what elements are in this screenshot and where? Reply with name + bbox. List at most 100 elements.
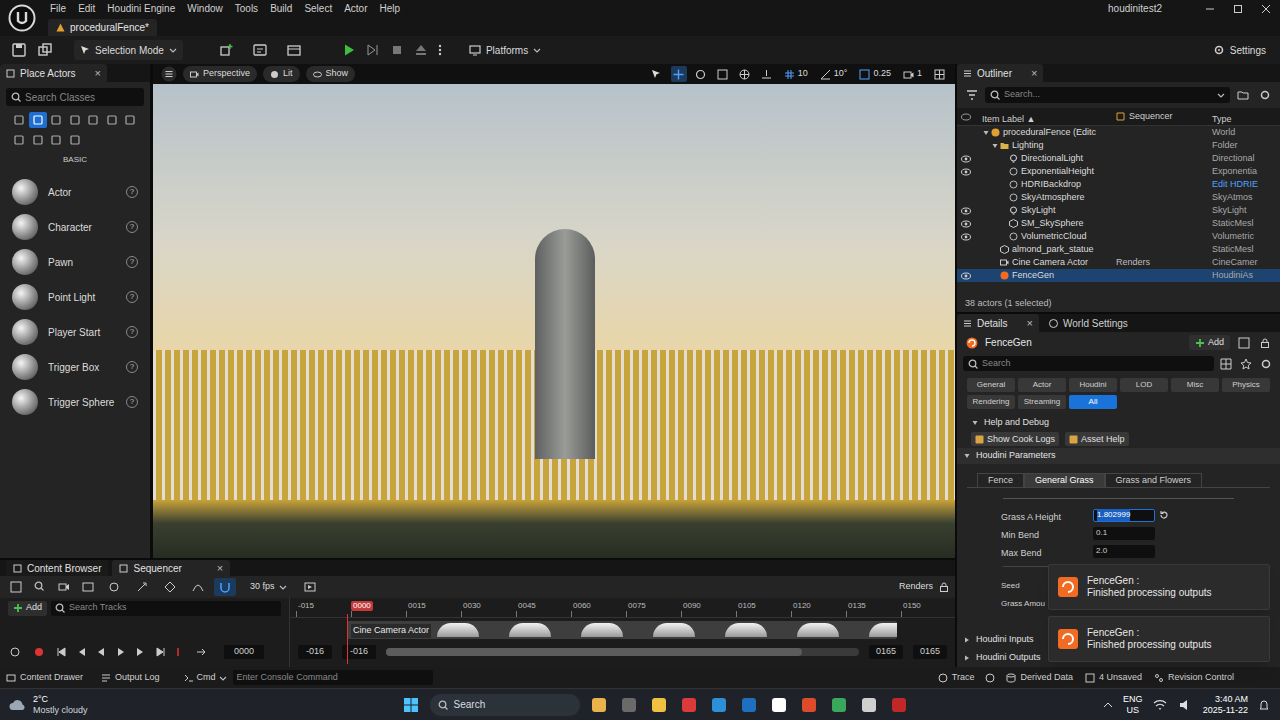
filter-button[interactable]: All — [1069, 395, 1117, 409]
snap-icon[interactable] — [214, 578, 236, 596]
move-tool-icon[interactable] — [671, 66, 687, 82]
menu-item[interactable]: Select — [298, 0, 338, 17]
filter-button[interactable]: Streaming — [1018, 395, 1066, 409]
scale-snap[interactable]: 0.25 — [856, 66, 894, 82]
filter-button[interactable]: Actor — [1018, 378, 1066, 392]
app-icon[interactable] — [738, 694, 760, 716]
out-point-icon[interactable] — [172, 644, 188, 660]
parameter-field[interactable]: 0.1 — [1093, 527, 1155, 540]
tools-icon[interactable] — [130, 578, 154, 596]
eye-icon[interactable] — [957, 230, 974, 243]
notifications-icon[interactable] — [1256, 695, 1272, 715]
step-icon[interactable] — [363, 40, 383, 60]
search-field[interactable] — [982, 357, 1209, 371]
actor-item[interactable]: Actor? — [0, 176, 150, 208]
expand-arrow-icon[interactable] — [991, 139, 999, 152]
end-icon[interactable] — [152, 644, 170, 660]
category-button[interactable] — [47, 112, 65, 128]
outliner-row[interactable]: VolumetricCloudVolumetric — [957, 230, 1280, 243]
weather-widget[interactable]: 2°CMostly cloudy — [8, 694, 208, 716]
visibility-toggle[interactable] — [957, 178, 974, 191]
category-button[interactable] — [121, 112, 139, 128]
reverse-icon[interactable] — [92, 644, 110, 660]
outliner-row[interactable]: almond_park_statueStaticMesl — [957, 243, 1280, 256]
save-icon[interactable] — [8, 40, 30, 60]
actor-item[interactable]: Trigger Box? — [0, 351, 150, 383]
menu-icon[interactable] — [161, 66, 177, 82]
filter-button[interactable]: Rendering — [967, 395, 1015, 409]
document-tab[interactable]: proceduralFence* — [48, 19, 157, 36]
play-icon[interactable] — [112, 644, 130, 660]
outliner-row[interactable]: FenceGenHoudiniAs — [957, 269, 1280, 282]
parameter-field[interactable]: 2.0 — [1093, 545, 1155, 558]
expand-arrow-icon[interactable] — [982, 126, 990, 139]
windows-icon[interactable] — [400, 694, 422, 716]
select-tool-icon[interactable] — [649, 66, 665, 82]
help-button[interactable]: ? — [126, 256, 138, 268]
settings-button[interactable]: Settings — [1209, 40, 1270, 60]
find-icon[interactable] — [30, 578, 50, 596]
outliner-row[interactable]: DirectionalLightDirectional — [957, 152, 1280, 165]
app-icon[interactable] — [678, 694, 700, 716]
category-button[interactable] — [66, 132, 84, 148]
category-button[interactable] — [84, 112, 102, 128]
record-icon[interactable] — [28, 644, 50, 660]
surface-snap-icon[interactable] — [759, 66, 775, 82]
app-icon[interactable] — [858, 694, 880, 716]
volume-icon[interactable] — [1177, 695, 1195, 715]
record-icon[interactable] — [980, 667, 1000, 688]
maximize-icon[interactable] — [1224, 0, 1252, 17]
camera-speed[interactable]: 1 — [900, 66, 925, 82]
derived-data-button[interactable]: Derived Data — [1000, 667, 1079, 688]
close-button[interactable]: × — [217, 563, 223, 574]
blueprint-icon[interactable] — [245, 40, 275, 60]
camera-icon[interactable] — [54, 578, 74, 596]
network-icon[interactable] — [1151, 695, 1169, 715]
app-icon[interactable] — [648, 694, 670, 716]
prev-key-icon[interactable] — [72, 644, 90, 660]
category-button[interactable] — [29, 132, 47, 148]
filter-button[interactable]: Physics — [1222, 378, 1270, 392]
transform-icon[interactable] — [102, 578, 126, 596]
parameter-tab[interactable]: General Grass — [1024, 473, 1105, 487]
stop-icon[interactable] — [387, 40, 407, 60]
grid-snap[interactable]: 10 — [781, 66, 811, 82]
perspective-button[interactable]: Perspective — [183, 66, 257, 82]
add-actor-icon[interactable] — [211, 40, 241, 60]
lock-icon[interactable] — [1258, 335, 1272, 351]
browse-icon[interactable] — [34, 40, 56, 60]
parameter-tab[interactable]: Fence — [977, 473, 1024, 487]
app-icon[interactable] — [828, 694, 850, 716]
settings-icon[interactable] — [1258, 356, 1274, 372]
parameter-tab[interactable]: Grass and Flowers — [1105, 473, 1203, 487]
clock[interactable]: 3:40 AM2025-11-22 — [1203, 694, 1248, 716]
outliner-row[interactable]: Cine Camera ActorRendersCineCamer — [957, 256, 1280, 269]
column-header[interactable]: Item Label ▲ — [974, 105, 1112, 129]
mode-dropdown[interactable]: Selection Mode — [74, 40, 183, 60]
search-field[interactable] — [25, 90, 139, 105]
column-header[interactable]: Type — [1212, 105, 1280, 129]
filter-icon[interactable] — [963, 87, 981, 103]
category-button[interactable] — [47, 132, 65, 148]
curve-icon[interactable] — [186, 578, 210, 596]
bottom-tab[interactable]: Sequencer× — [112, 560, 230, 576]
section-header[interactable]: Houdini Parameters — [957, 448, 1280, 464]
loop-icon[interactable] — [4, 644, 26, 660]
add-folder-icon[interactable] — [1234, 87, 1252, 103]
world-space-icon[interactable] — [737, 66, 753, 82]
frame-field[interactable]: 0000 — [224, 645, 264, 659]
outliner-row[interactable]: LightingFolder — [957, 139, 1280, 152]
save-icon[interactable] — [6, 578, 26, 596]
visibility-toggle[interactable] — [957, 191, 974, 204]
render-icon[interactable] — [78, 578, 98, 596]
app-icon[interactable] — [708, 694, 730, 716]
filter-button[interactable]: LOD — [1120, 378, 1168, 392]
angle-snap[interactable]: 10° — [817, 66, 851, 82]
close-button[interactable]: × — [1031, 68, 1037, 79]
section-header[interactable]: Help and Debug — [957, 415, 1280, 431]
close-button[interactable]: × — [95, 68, 101, 79]
outliner-row[interactable]: SM_SkySphereStaticMesl — [957, 217, 1280, 230]
search-field[interactable] — [69, 601, 277, 615]
details-tab[interactable]: Details× — [957, 314, 1039, 332]
actor-item[interactable]: Pawn? — [0, 246, 150, 278]
